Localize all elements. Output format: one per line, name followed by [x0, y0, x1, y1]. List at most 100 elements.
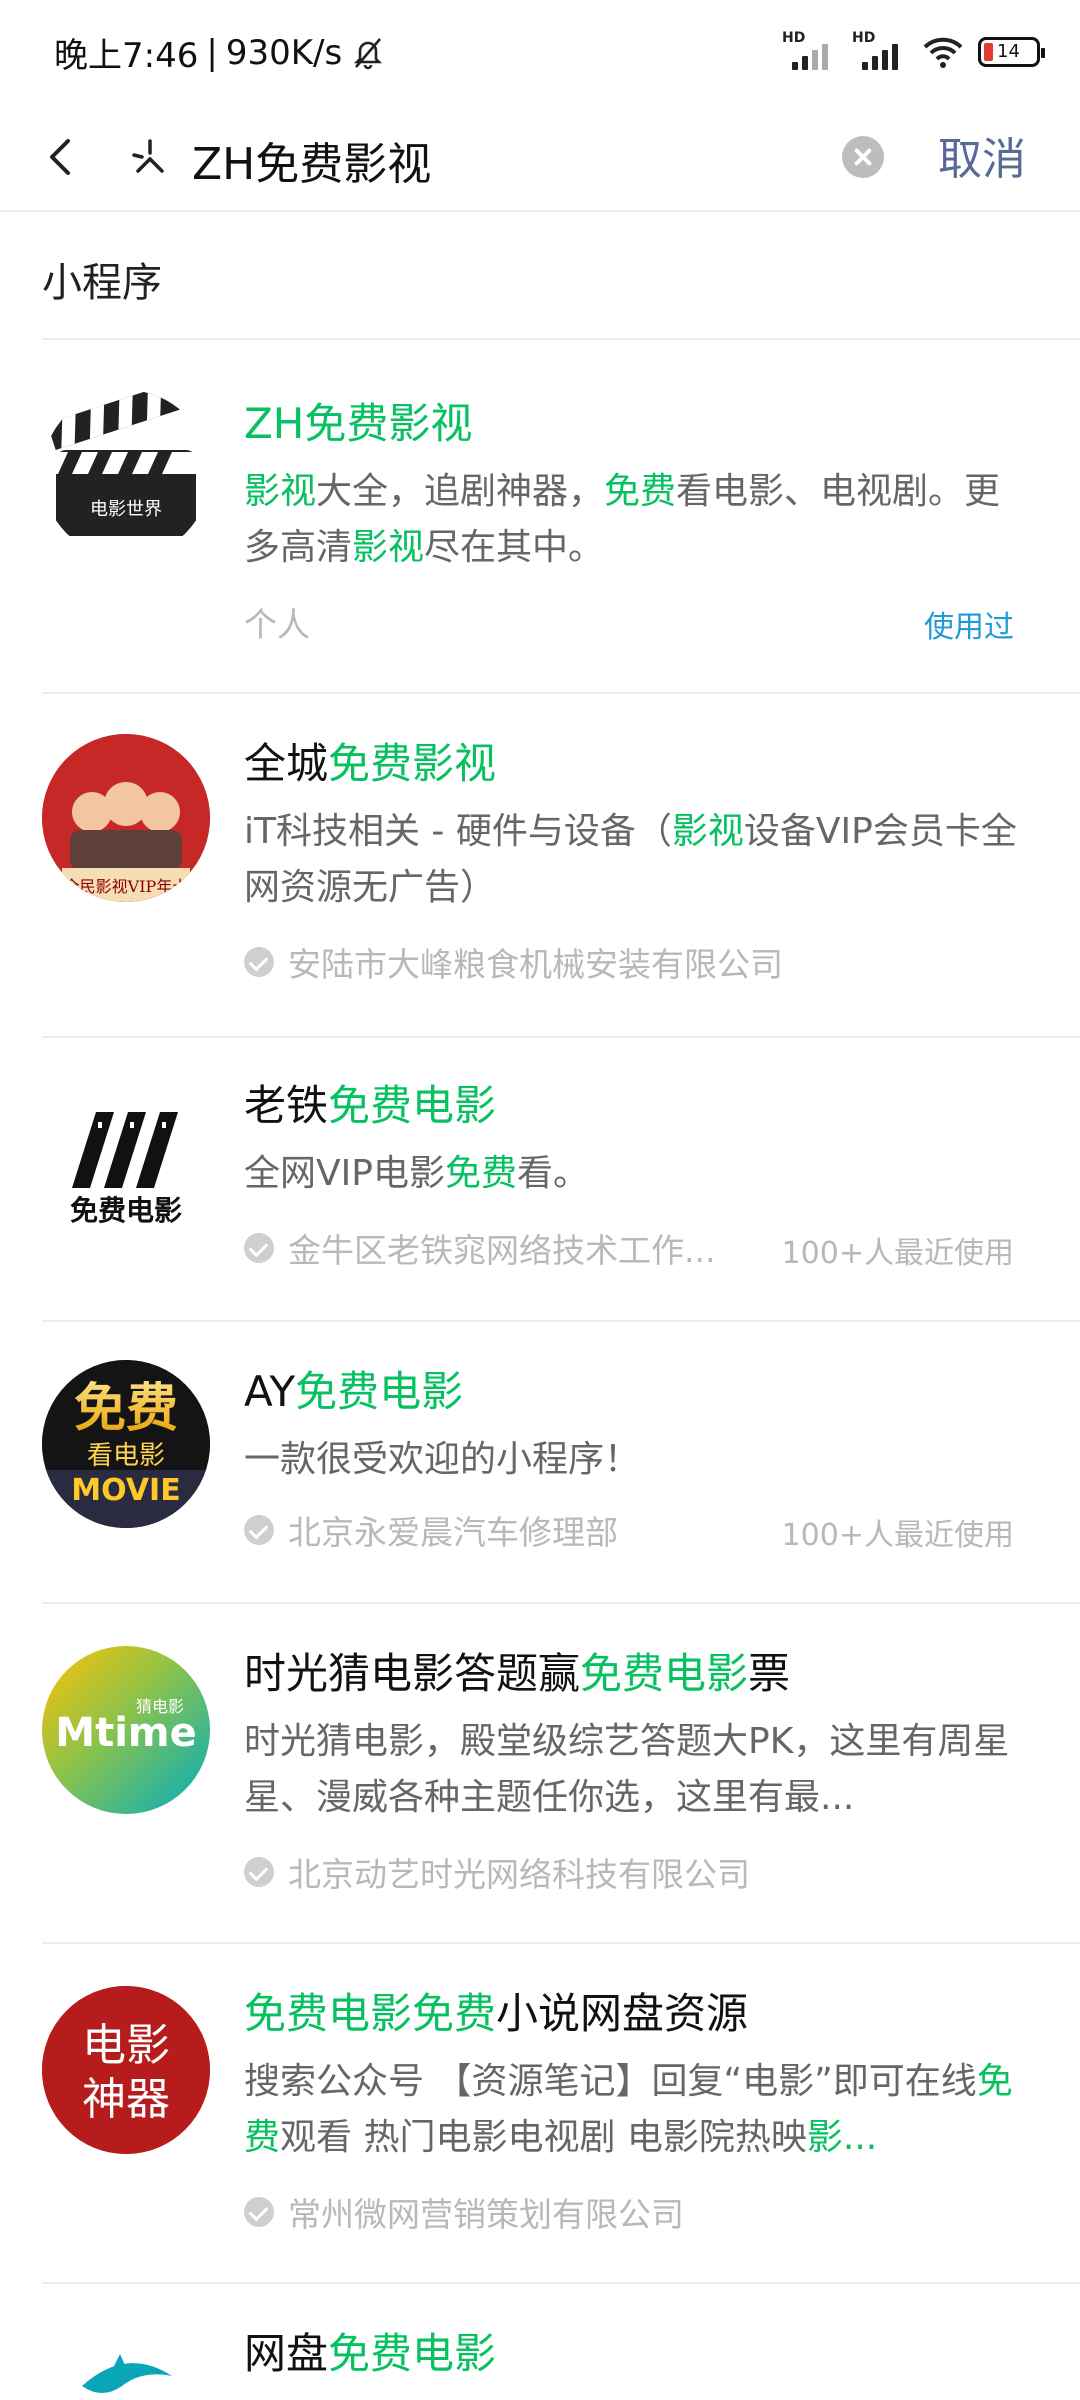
status-separator: |: [206, 32, 218, 73]
result-description: iT科技相关 - 硬件与设备（影视设备VIP会员卡全网资源无广告）: [244, 804, 1024, 916]
result-title: 老铁免费电影: [244, 1072, 496, 1133]
section-title-mini-programs: 小程序: [42, 260, 162, 306]
highlight-text: 影视: [244, 471, 317, 512]
svg-text:全民影视VIP年卡: 全民影视VIP年卡: [64, 877, 189, 896]
usage-count-tag: 100+人最近使用: [781, 1236, 1014, 1271]
owner-name: 北京动艺时光网络科技有限公司: [288, 1855, 750, 1894]
owner-name: 金牛区老铁窕网络技术工作...: [288, 1231, 716, 1270]
text-segment: 时光猜电影答题赢: [244, 1649, 581, 1698]
owner-name: 常州微网营销策划有限公司: [288, 2195, 684, 2234]
svg-text:免费电影: 免费电影: [70, 1194, 182, 1227]
text-segment: 老铁: [244, 1081, 329, 1130]
highlight-text: ZH: [244, 399, 305, 448]
signal-hd-2-icon: HD: [852, 30, 908, 72]
result-owner: 个人: [244, 598, 310, 646]
result-title: 免费电影免费小说网盘资源: [244, 1980, 748, 2041]
wifi-icon: [923, 37, 963, 68]
back-arrow-icon[interactable]: [38, 127, 88, 187]
text-segment: 大全，追剧神器，: [316, 471, 605, 512]
owner-name: 北京永爱晨汽车修理部: [288, 1513, 618, 1552]
highlight-text: 影...: [806, 2117, 878, 2158]
battery-icon: 14: [978, 37, 1045, 67]
result-title: 全城免费影视: [244, 730, 496, 791]
text-segment: 观看 热门电影电视剧 电影院热映: [280, 2117, 807, 2158]
text-segment: 一款很受欢迎的小程序！: [244, 1439, 641, 1480]
svg-text:免费: 免费: [74, 1379, 178, 1439]
highlight-text: 免费: [604, 471, 677, 512]
result-item[interactable]: 猜电影 Mtime 时光猜电影答题赢免费电影票 时光猜电影，殿堂级综艺答题大PK，…: [0, 1604, 1080, 1942]
result-owner: 北京永爱晨汽车修理部: [244, 1506, 618, 1554]
result-title: ZH免费影视: [244, 390, 472, 451]
result-title: AY免费电影: [244, 1358, 463, 1419]
movie-badge-icon: 免费 看电影 MOVIE: [42, 1360, 210, 1528]
svg-text:MOVIE: MOVIE: [71, 1473, 180, 1508]
result-description: 时光猜电影，殿堂级综艺答题大PK，这里有周星星、漫威各种主题任你选，这里有最..…: [244, 1714, 1024, 1826]
result-item[interactable]: 电影世界 ZH免费影视 影视大全，追剧神器，免费看电影、电视剧。更多高清影视尽在…: [0, 340, 1080, 674]
network-speed: 930K/s: [225, 32, 343, 73]
result-item[interactable]: 电影 神器 免费电影免费小说网盘资源 搜索公众号 【资源笔记】回复“电影”即可在线…: [0, 1944, 1080, 2282]
battery-level: 14: [997, 41, 1020, 62]
text-segment: 全城: [244, 739, 329, 788]
highlight-text: 免费: [444, 1153, 517, 1194]
result-item[interactable]: 全民影视VIP年卡 全城免费影视 iT科技相关 - 硬件与设备（影视设备VIP会…: [0, 694, 1080, 1034]
search-bar: ZH免费影视 取消: [0, 105, 1080, 212]
clapperboard-icon: 电影世界: [42, 390, 210, 558]
result-description: 搜索公众号 【资源笔记】回复“电影”即可在线免费观看 热门电影电视剧 电影院热映…: [244, 2054, 1024, 2166]
text-segment: 网盘: [244, 2329, 329, 2378]
used-before-tag: 使用过: [924, 610, 1014, 645]
text-segment: 小说网盘资源: [496, 1989, 749, 2038]
status-bar: 晚上7:46 | 930K/s HD HD 14: [0, 0, 1080, 105]
text-segment: 尽在其中。: [424, 527, 605, 568]
result-item[interactable]: 免费电影 老铁免费电影 全网VIP电影免费看。 金牛区老铁窕网络技术工作... …: [0, 1038, 1080, 1320]
result-item[interactable]: 免费 看电影 MOVIE AY免费电影 一款很受欢迎的小程序！ 北京永爱晨汽车修理部…: [0, 1322, 1080, 1602]
result-description: 全网VIP电影免费看。: [244, 1146, 1024, 1202]
verified-badge-icon: [244, 1515, 274, 1545]
highlight-text: 免费电影: [328, 2329, 497, 2378]
highlight-text: 影视: [671, 811, 744, 852]
highlight-text: 免费影视: [328, 739, 497, 788]
svg-text:神器: 神器: [82, 2074, 170, 2125]
highlight-text: 免费电影: [328, 1081, 497, 1130]
svg-text:看电影: 看电影: [87, 1441, 165, 1471]
film-logo-icon: 免费电影: [42, 1078, 210, 1246]
highlight-text: 免费电影免费: [244, 1989, 497, 2038]
owner-name: 个人: [244, 605, 310, 644]
text-segment: 看。: [516, 1153, 589, 1194]
result-owner: 常州微网营销策划有限公司: [244, 2188, 684, 2236]
highlight-text: 免费电影: [295, 1367, 464, 1416]
poster-icon: 全民影视VIP年卡: [42, 734, 210, 902]
result-description: 影视大全，追剧神器，免费看电影、电视剧。更多高清影视尽在其中。: [244, 464, 1024, 576]
text-segment: 全网VIP电影: [244, 1153, 445, 1194]
search-input[interactable]: ZH免费影视: [192, 128, 431, 192]
owner-name: 安陆市大峰粮食机械安装有限公司: [288, 945, 783, 984]
usage-count-tag: 100+人最近使用: [781, 1518, 1014, 1553]
svg-text:电影世界: 电影世界: [90, 499, 162, 520]
result-owner: 北京动艺时光网络科技有限公司: [244, 1848, 750, 1896]
result-title: 网盘免费电影: [244, 2320, 496, 2381]
result-description: 一款很受欢迎的小程序！: [244, 1432, 1024, 1488]
signal-hd-1-icon: HD: [782, 30, 838, 72]
result-item[interactable]: 网盘免费电影: [0, 2284, 1080, 2400]
verified-badge-icon: [244, 2197, 274, 2227]
cancel-button[interactable]: 取消: [938, 123, 1026, 187]
highlight-text: 免费影视: [304, 399, 473, 448]
status-right: HD HD 14: [782, 30, 1045, 72]
result-title: 时光猜电影答题赢免费电影票: [244, 1640, 790, 1701]
text-segment: AY: [244, 1367, 296, 1416]
svg-text:Mtime: Mtime: [55, 1710, 196, 1756]
status-time: 晚上7:46: [54, 36, 199, 76]
text-segment: 票: [748, 1649, 791, 1698]
svg-text:电影: 电影: [82, 2020, 170, 2071]
result-owner: 安陆市大峰粮食机械安装有限公司: [244, 938, 783, 986]
clear-search-icon[interactable]: [842, 136, 884, 178]
mtime-icon: 猜电影 Mtime: [42, 1646, 210, 1814]
result-owner: 金牛区老铁窕网络技术工作...: [244, 1224, 715, 1272]
dolphin-icon: [42, 2326, 210, 2400]
verified-badge-icon: [244, 1233, 274, 1263]
movie-tool-icon: 电影 神器: [42, 1986, 210, 2154]
highlight-text: 影视: [352, 527, 425, 568]
text-segment: iT科技相关 - 硬件与设备（: [244, 811, 672, 852]
status-left: 晚上7:46 | 930K/s: [54, 28, 386, 77]
text-segment: 搜索公众号 【资源笔记】回复“电影”即可在线: [244, 2061, 977, 2102]
search-spark-icon: [132, 139, 164, 173]
